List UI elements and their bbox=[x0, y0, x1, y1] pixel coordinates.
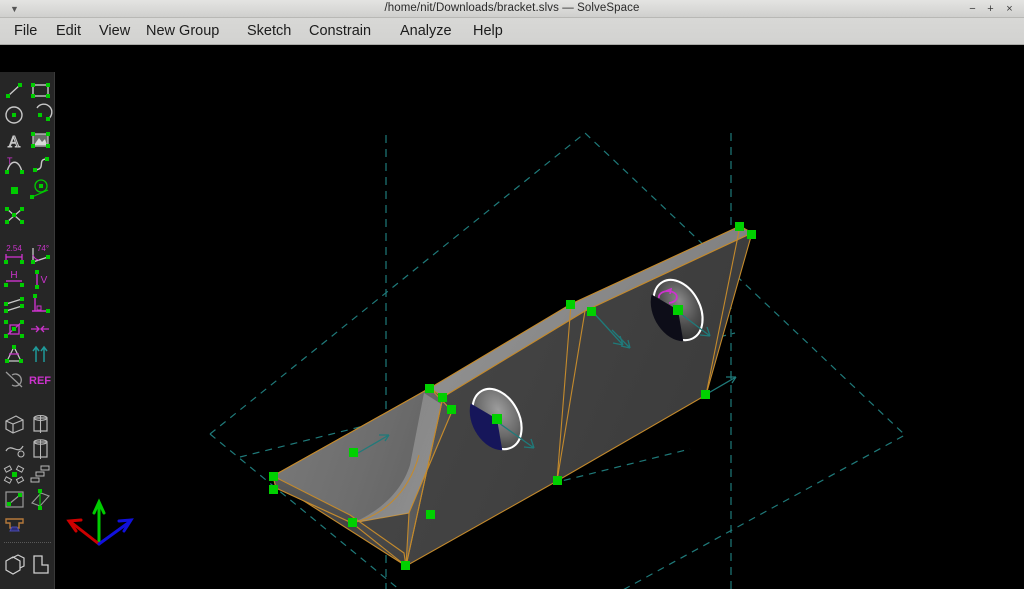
x-axis-icon bbox=[69, 520, 99, 544]
draw-bezier-icon[interactable] bbox=[28, 153, 53, 178]
lathe-icon[interactable] bbox=[28, 412, 53, 437]
menu-file[interactable]: File bbox=[8, 18, 43, 44]
point-vertex[interactable] bbox=[747, 230, 756, 239]
construction-circle-icon[interactable] bbox=[28, 178, 53, 203]
hole-rear-center-point[interactable] bbox=[673, 305, 683, 315]
draw-circle-icon[interactable] bbox=[2, 103, 27, 128]
point-vertex[interactable] bbox=[348, 518, 357, 527]
maximize-button[interactable]: + bbox=[983, 1, 998, 17]
constrain-angle-icon[interactable]: 74° bbox=[28, 242, 53, 267]
svg-text:A: A bbox=[8, 132, 21, 151]
menu-view[interactable]: View bbox=[93, 18, 136, 44]
z-axis-icon bbox=[99, 520, 131, 544]
constrain-perpendicular-icon[interactable] bbox=[28, 292, 53, 317]
menu-help[interactable]: Help bbox=[467, 18, 509, 44]
constrain-same-orientation-icon[interactable] bbox=[28, 342, 53, 367]
constrain-horizontal-icon[interactable]: H bbox=[2, 267, 27, 292]
point-vertex[interactable] bbox=[447, 405, 456, 414]
sketch-in-plane-icon[interactable] bbox=[2, 487, 27, 512]
minimize-button[interactable]: − bbox=[965, 1, 980, 17]
graphics-viewport[interactable] bbox=[0, 45, 1024, 589]
draw-tangent-arc-icon[interactable]: T bbox=[2, 153, 27, 178]
point-vertex[interactable] bbox=[425, 384, 434, 393]
menu-edit[interactable]: Edit bbox=[50, 18, 87, 44]
point-vertex[interactable] bbox=[401, 561, 410, 570]
step-rotate-icon[interactable] bbox=[2, 462, 27, 487]
menu-bar: File Edit View New Group Sketch Constrai… bbox=[0, 18, 1024, 45]
toolbar-separator bbox=[4, 542, 51, 544]
window-title: /home/nit/Downloads/bracket.slvs — Solve… bbox=[0, 0, 1024, 17]
svg-text:H: H bbox=[10, 270, 17, 281]
draw-image-icon[interactable] bbox=[28, 128, 53, 153]
assemble-icon[interactable] bbox=[2, 512, 27, 537]
point-vertex[interactable] bbox=[566, 300, 575, 309]
tool-palette: A T bbox=[0, 72, 55, 589]
constrain-symmetric-icon[interactable] bbox=[28, 317, 53, 342]
constrain-comment-icon[interactable] bbox=[2, 367, 27, 392]
point-vertex[interactable] bbox=[735, 222, 744, 231]
model-scene bbox=[0, 45, 1024, 589]
draw-rectangle-icon[interactable] bbox=[28, 78, 53, 103]
close-button[interactable]: × bbox=[1002, 1, 1017, 17]
hole-front-center-point[interactable] bbox=[492, 414, 502, 424]
solvespace-window: ▼ /home/nit/Downloads/bracket.slvs — Sol… bbox=[0, 0, 1024, 589]
point-vertex[interactable] bbox=[426, 510, 435, 519]
svg-text:V: V bbox=[41, 275, 48, 286]
boolean-difference-icon[interactable] bbox=[28, 552, 53, 577]
constrain-vertical-icon[interactable]: V bbox=[28, 267, 53, 292]
menu-constrain[interactable]: Constrain bbox=[303, 18, 377, 44]
svg-text:74°: 74° bbox=[37, 244, 49, 253]
point-datum[interactable] bbox=[349, 448, 358, 457]
extrude-icon[interactable] bbox=[2, 412, 27, 437]
point-vertex[interactable] bbox=[269, 485, 278, 494]
axis-indicator bbox=[64, 496, 144, 558]
sketch-in-3d-icon[interactable] bbox=[28, 487, 53, 512]
point-vertex[interactable] bbox=[587, 307, 596, 316]
constrain-distance-icon[interactable]: 2.54 bbox=[2, 242, 27, 267]
constrain-equal-icon[interactable] bbox=[2, 342, 27, 367]
split-curves-icon[interactable] bbox=[2, 203, 27, 228]
svg-text:T: T bbox=[7, 156, 13, 166]
revolve-icon[interactable] bbox=[28, 437, 53, 462]
menu-sketch[interactable]: Sketch bbox=[241, 18, 297, 44]
boolean-union-icon[interactable] bbox=[2, 552, 27, 577]
sweep-icon[interactable] bbox=[2, 437, 27, 462]
point-vertex[interactable] bbox=[438, 393, 447, 402]
menu-analyze[interactable]: Analyze bbox=[394, 18, 458, 44]
solid-body[interactable] bbox=[273, 226, 752, 566]
point-vertex[interactable] bbox=[269, 472, 278, 481]
point-vertex[interactable] bbox=[553, 476, 562, 485]
menu-new-group[interactable]: New Group bbox=[140, 18, 225, 44]
svg-text:REF: REF bbox=[29, 375, 51, 387]
point-vertex[interactable] bbox=[701, 390, 710, 399]
draw-arc-icon[interactable] bbox=[28, 103, 53, 128]
constrain-parallel-icon[interactable] bbox=[2, 292, 27, 317]
draw-point-icon[interactable] bbox=[2, 178, 27, 203]
draw-line-icon[interactable] bbox=[2, 78, 27, 103]
constrain-reference-icon[interactable]: REF bbox=[28, 367, 53, 392]
step-translate-icon[interactable] bbox=[28, 462, 53, 487]
draw-text-icon[interactable]: A bbox=[2, 128, 27, 153]
constrain-point-on-line-icon[interactable] bbox=[2, 317, 27, 342]
title-bar: ▼ /home/nit/Downloads/bracket.slvs — Sol… bbox=[0, 0, 1024, 18]
y-axis-icon bbox=[94, 502, 104, 544]
svg-text:2.54: 2.54 bbox=[6, 244, 22, 253]
